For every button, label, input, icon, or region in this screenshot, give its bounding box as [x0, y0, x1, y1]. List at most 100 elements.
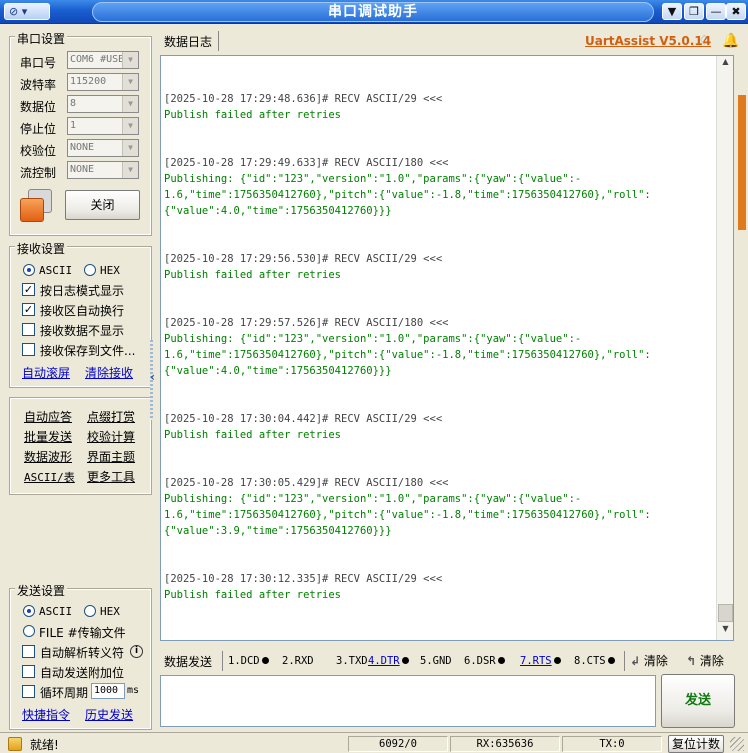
close-port-button[interactable]: 关闭: [65, 190, 140, 220]
log-entry-header: [2025-10-28 17:29:49.633]# RECV ASCII/18…: [164, 157, 449, 169]
log-mode-label: 按日志模式显示: [40, 284, 125, 298]
close-window-button[interactable]: ✖: [726, 3, 746, 20]
clear-all-button[interactable]: ↰ 清除: [686, 652, 724, 670]
resize-grip-icon[interactable]: [730, 737, 744, 751]
send-input[interactable]: [160, 675, 656, 727]
led-icon: [261, 657, 269, 664]
stopbits-label: 停止位: [20, 122, 57, 136]
parity-label: 校验位: [20, 144, 57, 158]
parse-escape-checkbox[interactable]: [22, 645, 35, 658]
databits-select[interactable]: 8 ▼: [67, 95, 139, 113]
send-button[interactable]: 发送: [661, 674, 735, 728]
signal-dtr[interactable]: 4.DTR: [368, 652, 409, 670]
auto-wrap-checkbox[interactable]: ✓: [22, 303, 35, 316]
tool-ascii-table[interactable]: ASCII/表: [24, 469, 75, 485]
no-display-label: 接收数据不显示: [40, 324, 125, 338]
shortcuts-link[interactable]: 快捷指令: [22, 706, 70, 723]
baud-select[interactable]: 115200 ▼: [67, 73, 139, 91]
log-mode-checkbox[interactable]: ✓: [22, 283, 35, 296]
databits-label: 数据位: [20, 100, 57, 114]
send-hex-radio[interactable]: [84, 605, 96, 617]
send-ascii-radio[interactable]: [23, 605, 35, 617]
status-rx: RX:635636: [450, 736, 560, 752]
restore-button[interactable]: ❐: [684, 3, 704, 20]
scroll-down-icon[interactable]: ▼: [718, 624, 733, 639]
history-link[interactable]: 历史发送: [85, 706, 133, 723]
signal-dtr-label: 4.DTR: [368, 655, 400, 667]
port-value: COM6 #USB: [70, 54, 125, 65]
send-hex-label: HEX: [100, 605, 120, 618]
stopbits-select[interactable]: 1 ▼: [67, 117, 139, 135]
chevron-down-icon: ▼: [122, 96, 138, 112]
append-checkbox[interactable]: [22, 665, 35, 678]
log-entry-body: Publish failed after retries: [164, 589, 342, 601]
tool-checksum[interactable]: 校验计算: [87, 428, 135, 445]
cycle-input[interactable]: 1000: [91, 683, 125, 699]
system-menu-button[interactable]: ⊘ ▾: [4, 3, 50, 20]
log-entry: [2025-10-28 17:29:56.530]# RECV ASCII/29…: [164, 251, 442, 283]
receive-log[interactable]: [2025-10-28 17:29:48.636]# RECV ASCII/29…: [160, 55, 734, 641]
chevron-down-icon: ▼: [122, 140, 138, 156]
chevron-down-icon: ▼: [122, 52, 138, 68]
info-icon[interactable]: i: [130, 645, 143, 658]
scroll-thumb[interactable]: [718, 604, 733, 622]
flow-select[interactable]: NONE ▼: [67, 161, 139, 179]
tool-theme[interactable]: 界面主题: [87, 448, 135, 465]
tool-waveform[interactable]: 数据波形: [24, 448, 72, 465]
title-bar: ⊘ ▾ 串口调试助手 ▼ ❐ — ✖: [0, 0, 748, 24]
clear-send-button[interactable]: ↲ 清除: [630, 652, 668, 670]
tool-more[interactable]: 更多工具: [87, 468, 135, 485]
led-icon: [497, 657, 505, 664]
auto-wrap-label: 接收区自动换行: [40, 304, 125, 318]
pin-button[interactable]: ▼: [662, 3, 682, 20]
signal-cts: 8.CTS: [574, 652, 615, 670]
tab-data-log[interactable]: 数据日志: [164, 33, 212, 50]
flow-label: 流控制: [20, 166, 57, 180]
log-entry: [2025-10-28 17:29:57.526]# RECV ASCII/18…: [164, 315, 651, 379]
signal-txd: 3.TXD: [336, 655, 368, 667]
status-tx: TX:0: [562, 736, 662, 752]
serial-settings-group: 串口设置 串口号 COM6 #USB ▼ 波特率 115200 ▼ 数据位 8 ▼ 停…: [9, 30, 152, 236]
parity-select[interactable]: NONE ▼: [67, 139, 139, 157]
signal-dsr-label: 6.DSR: [464, 655, 496, 667]
brand-link[interactable]: UartAssist V5.0.14: [585, 34, 711, 48]
auto-scroll-link[interactable]: 自动滚屏: [22, 364, 70, 381]
chevron-down-icon: ▼: [122, 118, 138, 134]
send-settings-title: 发送设置: [15, 582, 68, 599]
save-to-file-checkbox[interactable]: [22, 343, 35, 356]
reset-count-button[interactable]: 复位计数: [668, 735, 724, 753]
clear-receive-link[interactable]: 清除接收: [85, 364, 133, 381]
log-entry: [2025-10-28 17:30:05.429]# RECV ASCII/18…: [164, 475, 651, 539]
port-label: 串口号: [20, 56, 57, 70]
side-accent-bar: [738, 95, 746, 230]
signal-dcd[interactable]: 1.DCD: [228, 652, 269, 670]
tool-batch-send[interactable]: 批量发送: [24, 428, 72, 445]
minimize-button[interactable]: —: [706, 3, 726, 20]
no-display-checkbox[interactable]: [22, 323, 35, 336]
scroll-up-icon[interactable]: ▲: [718, 57, 733, 72]
panel-splitter[interactable]: ‹: [150, 340, 158, 420]
parse-escape-label: 自动解析转义符: [40, 646, 125, 660]
tab-divider: [222, 651, 223, 671]
log-scrollbar[interactable]: ▲ ▼: [716, 56, 733, 640]
receive-ascii-radio[interactable]: [23, 264, 35, 276]
collapse-arrow-icon[interactable]: ‹: [150, 370, 155, 384]
tab-data-send[interactable]: 数据发送: [164, 653, 212, 670]
tool-auto-reply[interactable]: 自动应答: [24, 408, 72, 425]
log-entry-header: [2025-10-28 17:29:48.636]# RECV ASCII/29…: [164, 93, 443, 105]
bell-icon[interactable]: 🔔: [722, 32, 740, 50]
signal-cts-label: 8.CTS: [574, 655, 606, 667]
append-label: 自动发送附加位: [40, 666, 125, 680]
arrow-down-left-icon: ↲: [630, 654, 641, 668]
file-transfer-radio[interactable]: [23, 625, 35, 637]
receive-hex-radio[interactable]: [84, 264, 96, 276]
cycle-label: 循环周期: [40, 686, 89, 700]
diamond-icon[interactable]: ♢: [698, 33, 716, 49]
tools-group: 自动应答 点缀打赏 批量发送 校验计算 数据波形 界面主题 ASCII/表 更多…: [9, 397, 152, 495]
signal-rts[interactable]: 7.RTS: [520, 652, 561, 670]
port-select[interactable]: COM6 #USB ▼: [67, 51, 139, 69]
cycle-checkbox[interactable]: [22, 685, 35, 698]
tool-donate[interactable]: 点缀打赏: [87, 408, 135, 425]
window-title: 串口调试助手: [328, 4, 418, 20]
log-entry-body: Publishing: {"id":"123","version":"1.0",…: [164, 493, 651, 537]
